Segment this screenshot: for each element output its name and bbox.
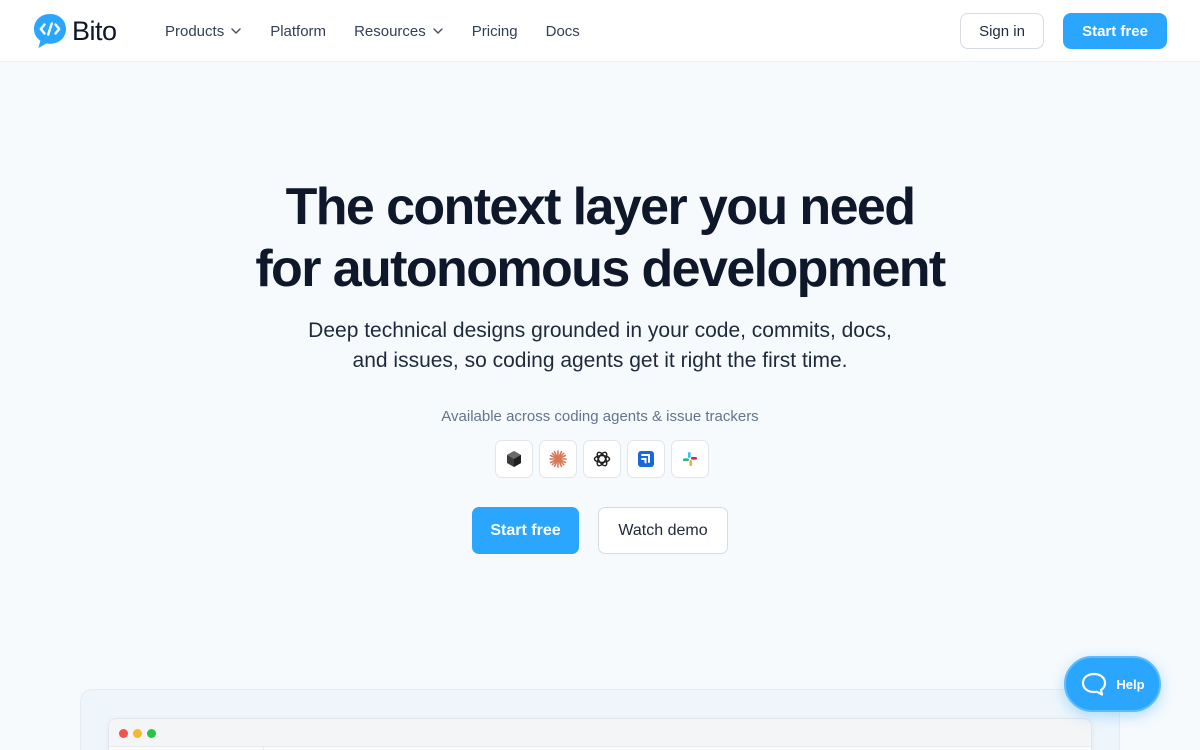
cursor-icon (507, 451, 521, 467)
hero-title: The context layer you need for autonomou… (0, 176, 1200, 300)
chat-bubble-icon (1082, 672, 1107, 696)
availability-text: Available across coding agents & issue t… (441, 408, 759, 425)
claude-icon (549, 450, 567, 468)
brand-name: Bito (72, 15, 117, 46)
integration-tile-claude (539, 440, 577, 478)
help-chat-button[interactable]: Help (1064, 656, 1161, 712)
nav-item-label: Pricing (471, 22, 518, 40)
nav-item-label: Docs (545, 22, 580, 40)
nav-item-label: Resources (354, 22, 426, 40)
nav-item-products[interactable]: Products (165, 23, 242, 40)
window-minimize-dot (133, 729, 142, 738)
integration-icons (495, 440, 709, 478)
nav-item-platform[interactable]: Platform (270, 23, 326, 40)
window-close-dot (119, 729, 128, 738)
nav-menu: Products Platform Resources Pricing Docs (165, 0, 608, 62)
nav-item-pricing[interactable]: Pricing (472, 23, 518, 40)
integration-tile-jira (627, 440, 665, 478)
chevron-down-icon (433, 28, 443, 34)
bito-logo-icon (34, 14, 66, 48)
integration-tile-openai (583, 440, 621, 478)
top-navbar: Bito Products Platform Resources Pricing… (0, 0, 1200, 62)
slack-icon (683, 452, 697, 466)
jira-icon (638, 451, 654, 467)
hero-subtitle-line-2: and issues, so coding agents get it righ… (352, 349, 848, 372)
nav-item-docs[interactable]: Docs (546, 23, 580, 40)
sign-in-button[interactable]: Sign in (960, 13, 1044, 49)
window-title-bar (109, 719, 1091, 747)
hero-title-line-1: The context layer you need (285, 178, 916, 236)
openai-icon (593, 451, 611, 467)
watch-demo-button[interactable]: Watch demo (598, 507, 728, 554)
nav-item-label: Platform (270, 22, 327, 40)
start-free-nav-button[interactable]: Start free (1063, 13, 1167, 49)
integration-tile-cursor (495, 440, 533, 478)
hero-title-line-2: for autonomous development (255, 240, 946, 298)
start-free-hero-button[interactable]: Start free (472, 507, 579, 554)
nav-item-label: Products (165, 22, 225, 40)
hero-subtitle-line-1: Deep technical designs grounded in your … (308, 319, 892, 342)
help-label: Help (1116, 676, 1145, 692)
bito-logo[interactable]: Bito (32, 12, 117, 50)
window-maximize-dot (147, 729, 156, 738)
product-preview-window (108, 718, 1092, 750)
nav-item-resources[interactable]: Resources (354, 23, 444, 40)
hero-subtitle: Deep technical designs grounded in your … (0, 316, 1200, 376)
chevron-down-icon (231, 28, 241, 34)
integration-tile-slack (671, 440, 709, 478)
